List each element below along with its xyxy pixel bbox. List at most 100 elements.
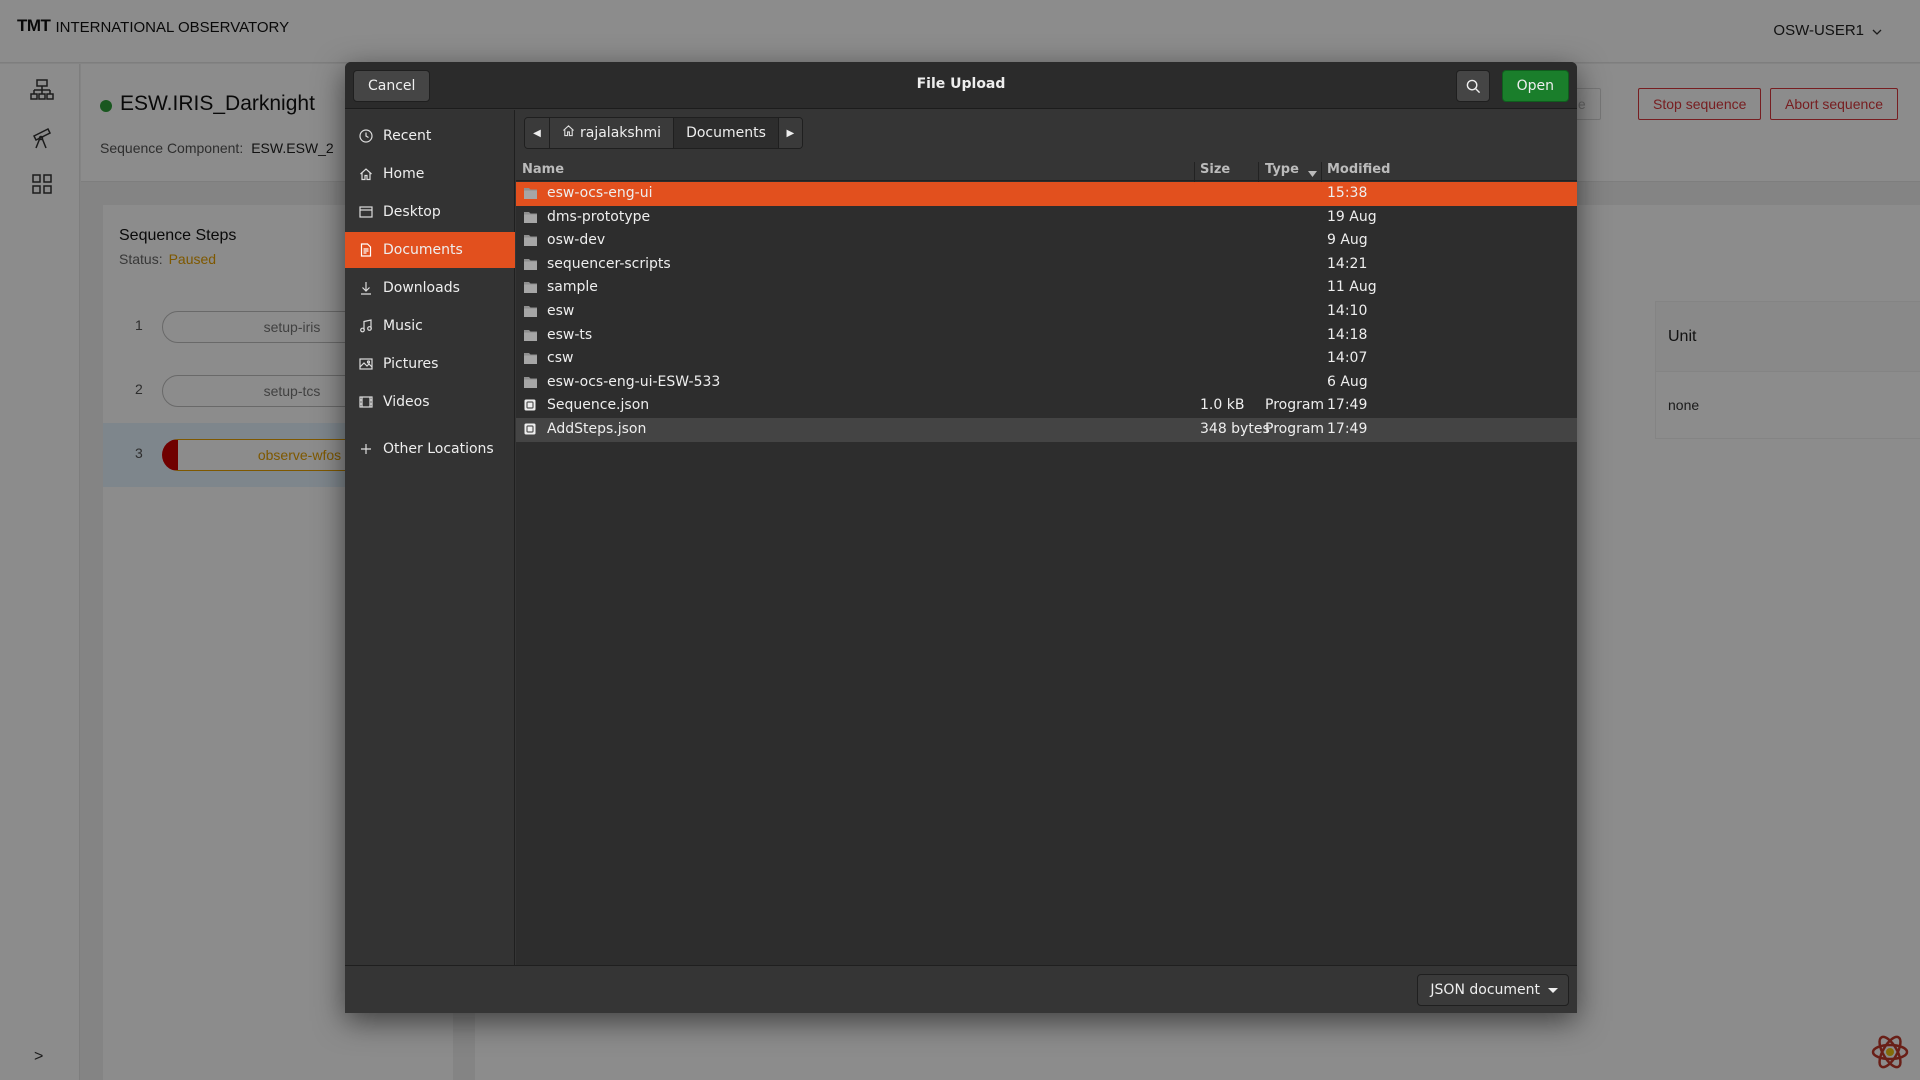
file-name: sample	[547, 279, 598, 296]
path-segment-label: rajalakshmi	[580, 125, 662, 141]
file-name: dms-prototype	[547, 208, 651, 225]
file-modified: 9 Aug	[1327, 232, 1368, 249]
place-recent[interactable]: Recent	[345, 118, 515, 154]
path-segment-home[interactable]: rajalakshmi	[549, 118, 673, 148]
place-label: Documents	[383, 242, 463, 258]
place-downloads[interactable]: Downloads	[345, 270, 515, 306]
place-label: Videos	[383, 394, 430, 410]
place-other-locations[interactable]: Other Locations	[345, 431, 515, 467]
column-name[interactable]: Name	[522, 162, 564, 177]
document-icon	[359, 243, 373, 257]
file-name: Sequence.json	[547, 397, 650, 414]
place-label: Downloads	[383, 280, 460, 296]
file-row[interactable]: osw-dev 9 Aug	[516, 229, 1577, 253]
file-name: csw	[547, 350, 574, 367]
file-row[interactable]: esw-ts 14:18	[516, 324, 1577, 348]
file-name: sequencer-scripts	[547, 255, 671, 272]
sort-descending-icon	[1308, 166, 1317, 181]
file-name: osw-dev	[547, 232, 606, 249]
file-type: Program	[1265, 421, 1325, 437]
file-row[interactable]: esw 14:10	[516, 300, 1577, 324]
column-modified[interactable]: Modified	[1327, 162, 1390, 177]
folder-icon	[524, 258, 537, 270]
column-headers: Name Size Type Modified	[516, 157, 1577, 186]
file-name: esw	[547, 303, 575, 319]
home-icon	[359, 167, 373, 181]
file-modified: 6 Aug	[1327, 373, 1368, 390]
file-modified: 17:49	[1327, 397, 1368, 414]
folder-icon	[524, 234, 537, 247]
file-row[interactable]: Sequence.json 1.0 kB Program 17:49	[516, 394, 1577, 418]
file-modified: 14:07	[1327, 350, 1368, 367]
file-type-filter[interactable]: JSON document	[1417, 974, 1569, 1006]
json-file-icon	[524, 423, 537, 435]
file-row[interactable]: AddSteps.json 348 bytes Program 17:49	[516, 418, 1577, 442]
file-row[interactable]: csw 14:07	[516, 347, 1577, 371]
place-pictures[interactable]: Pictures	[345, 346, 515, 382]
folder-icon	[524, 211, 537, 223]
search-button[interactable]	[1456, 70, 1490, 102]
column-type[interactable]: Type	[1265, 162, 1299, 177]
dialog-title: File Upload	[916, 76, 1006, 92]
file-modified: 11 Aug	[1327, 279, 1377, 296]
plus-icon	[359, 442, 373, 456]
place-label: Pictures	[383, 356, 439, 372]
file-name: AddSteps.json	[547, 421, 647, 437]
file-modified: 14:21	[1327, 255, 1368, 272]
file-row[interactable]: sequencer-scripts 14:21	[516, 253, 1577, 277]
file-list: Name Size Type Modified esw-ocs-eng-ui 15…	[516, 157, 1577, 965]
file-modified: 14:18	[1327, 326, 1368, 343]
folder-icon	[524, 376, 537, 388]
dialog-header: Cancel File Upload Open	[345, 62, 1577, 109]
place-music[interactable]: Music	[345, 308, 515, 344]
place-label: Other Locations	[383, 441, 494, 457]
file-row[interactable]: sample 11 Aug	[516, 276, 1577, 300]
file-modified: 17:49	[1327, 421, 1368, 437]
place-label: Home	[383, 166, 425, 182]
file-upload-dialog: Cancel File Upload Open Recent Home Desk…	[345, 62, 1577, 1013]
file-name: esw-ocs-eng-ui-ESW-533	[547, 373, 721, 390]
place-label: Recent	[383, 128, 432, 144]
place-videos[interactable]: Videos	[345, 384, 515, 420]
file-modified: 14:10	[1327, 303, 1368, 319]
file-type-filter-label: JSON document	[1430, 982, 1540, 998]
place-home[interactable]: Home	[345, 156, 515, 192]
place-label: Desktop	[383, 204, 441, 220]
place-label: Music	[383, 318, 423, 334]
file-size: 348 bytes	[1200, 421, 1270, 437]
file-size: 1.0 kB	[1200, 397, 1245, 414]
home-icon	[562, 118, 575, 148]
file-row[interactable]: esw-ocs-eng-ui 15:38	[516, 182, 1577, 206]
folder-icon	[524, 305, 537, 317]
places-sidebar: Recent Home Desktop Documents Downloads …	[345, 110, 515, 965]
place-documents[interactable]: Documents	[345, 232, 515, 268]
file-name: esw-ocs-eng-ui	[547, 185, 653, 201]
folder-icon	[524, 187, 537, 199]
music-icon	[359, 319, 373, 333]
folder-icon	[524, 352, 537, 365]
path-bar: ◀ rajalakshmi Documents ▶	[524, 117, 803, 149]
file-modified: 19 Aug	[1327, 208, 1377, 225]
folder-icon	[524, 329, 537, 341]
place-desktop[interactable]: Desktop	[345, 194, 515, 230]
column-size[interactable]: Size	[1200, 162, 1230, 177]
dropdown-caret-icon	[1548, 988, 1558, 993]
path-forward-icon[interactable]: ▶	[777, 118, 802, 148]
path-segment-current[interactable]: Documents	[673, 118, 778, 148]
picture-icon	[359, 357, 373, 371]
download-icon	[359, 281, 373, 295]
file-name: esw-ts	[547, 326, 593, 343]
json-file-icon	[524, 399, 537, 411]
desktop-icon	[359, 205, 373, 219]
clock-icon	[359, 129, 373, 143]
file-modified: 15:38	[1327, 185, 1368, 201]
file-type: Program	[1265, 397, 1325, 414]
video-icon	[359, 395, 373, 409]
dialog-footer: JSON document	[345, 965, 1577, 1013]
file-row[interactable]: esw-ocs-eng-ui-ESW-533 6 Aug	[516, 371, 1577, 395]
cancel-button[interactable]: Cancel	[353, 70, 431, 102]
file-row[interactable]: dms-prototype 19 Aug	[516, 206, 1577, 230]
folder-icon	[524, 281, 537, 294]
path-back-icon[interactable]: ◀	[525, 118, 549, 148]
open-button[interactable]: Open	[1501, 70, 1569, 102]
